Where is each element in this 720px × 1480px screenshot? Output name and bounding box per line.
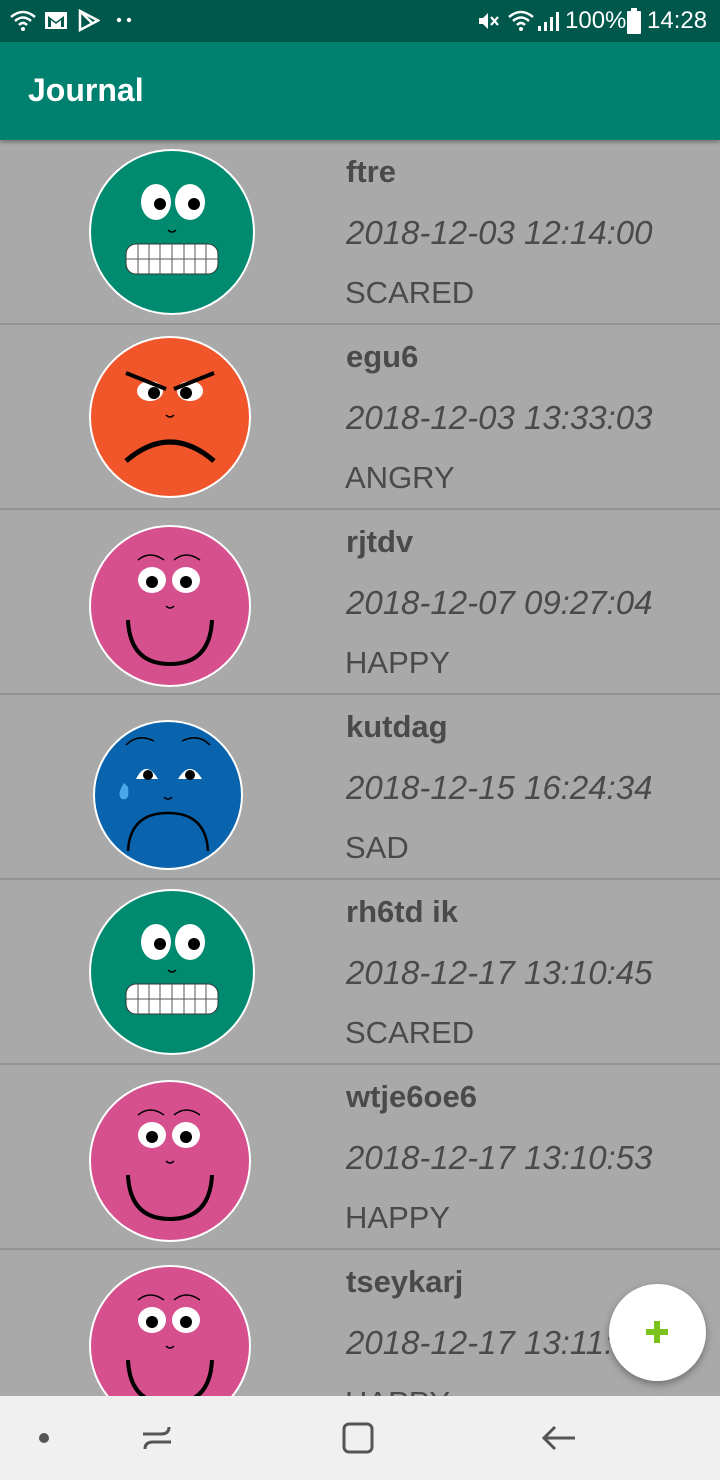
battery-percentage: 100% — [565, 7, 627, 34]
scared-face-icon — [86, 886, 258, 1058]
dot-icon — [39, 1433, 49, 1443]
journal-list[interactable]: ftre 2018-12-03 12:14:00 SCARED egu6 201… — [0, 140, 720, 1396]
entry-title: egu6 — [346, 339, 419, 374]
more-notifications-icon — [116, 17, 132, 23]
battery-icon — [627, 8, 641, 34]
entry-mood: HAPPY — [345, 645, 451, 680]
add-entry-button[interactable] — [609, 1284, 706, 1381]
entry-date: 2018-12-15 16:24:34 — [346, 769, 653, 806]
entry-title: tseykarj — [346, 1264, 464, 1299]
entry-date: 2018-12-17 13:11: — [346, 1324, 614, 1361]
plus-icon — [646, 1321, 668, 1343]
journal-entry[interactable]: rh6td ik 2018-12-17 13:10:45 SCARED — [0, 880, 720, 1065]
recent-apps-icon — [143, 1426, 171, 1450]
happy-face-icon — [86, 516, 258, 688]
entry-title: rh6td ik — [346, 894, 458, 929]
happy-face-icon — [86, 1071, 258, 1243]
cell-signal-icon — [538, 12, 559, 31]
entry-mood: ANGRY — [345, 460, 455, 495]
wifi-signal-icon — [508, 10, 534, 31]
app-bar: Journal — [0, 42, 720, 140]
entry-mood: HAPPY — [345, 1385, 450, 1396]
sad-face-icon — [86, 701, 258, 873]
home-button[interactable] — [334, 1414, 382, 1462]
status-bar: 100% 14:28 — [0, 0, 720, 42]
entry-date: 2018-12-03 12:14:00 — [346, 214, 653, 251]
play-store-icon — [78, 9, 100, 32]
entry-title: wtje6oe6 — [346, 1079, 477, 1114]
journal-entry[interactable]: ftre 2018-12-03 12:14:00 SCARED — [0, 140, 720, 325]
gmail-icon — [45, 12, 67, 29]
nav-dot-button[interactable] — [20, 1414, 68, 1462]
journal-entry[interactable]: kutdag 2018-12-15 16:24:34 SAD — [0, 695, 720, 880]
journal-entry[interactable]: wtje6oe6 2018-12-17 13:10:53 HAPPY — [0, 1065, 720, 1250]
home-icon — [342, 1422, 374, 1454]
entry-date: 2018-12-17 13:10:53 — [346, 1139, 653, 1176]
entry-mood: SAD — [345, 830, 409, 865]
recent-apps-button[interactable] — [133, 1414, 181, 1462]
entry-date: 2018-12-17 13:10:45 — [346, 954, 653, 991]
entry-mood: SCARED — [345, 275, 475, 310]
journal-entry[interactable]: egu6 2018-12-03 13:33:03 ANGRY — [0, 325, 720, 510]
entry-title: kutdag — [346, 709, 448, 744]
entry-title: rjtdv — [346, 524, 414, 559]
entry-mood: HAPPY — [345, 1200, 451, 1235]
wifi-icon — [10, 10, 36, 31]
entry-date: 2018-12-07 09:27:04 — [346, 584, 653, 621]
clock: 14:28 — [647, 7, 708, 34]
back-icon — [541, 1425, 575, 1451]
happy-face-icon — [86, 1256, 258, 1396]
scared-face-icon — [86, 146, 258, 318]
entry-title: ftre — [346, 154, 396, 189]
entry-mood: SCARED — [345, 1015, 475, 1050]
journal-entry[interactable]: rjtdv 2018-12-07 09:27:04 HAPPY — [0, 510, 720, 695]
app-title: Journal — [28, 72, 144, 108]
mute-icon — [479, 13, 499, 29]
back-button[interactable] — [535, 1414, 583, 1462]
navigation-bar — [0, 1396, 720, 1480]
angry-face-icon — [86, 331, 258, 503]
entry-date: 2018-12-03 13:33:03 — [346, 399, 653, 436]
